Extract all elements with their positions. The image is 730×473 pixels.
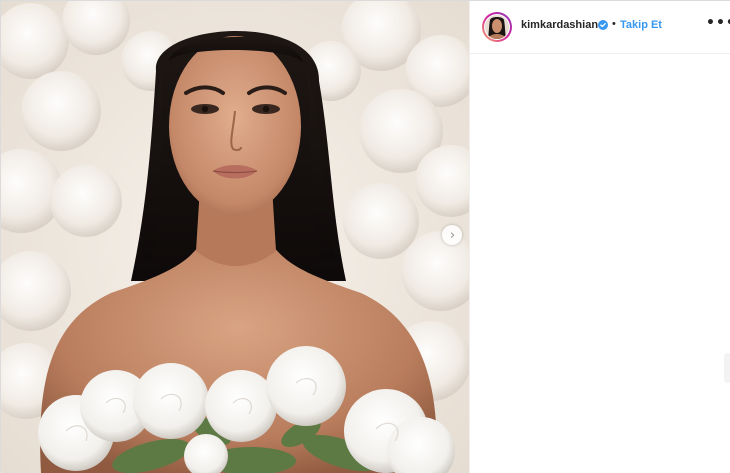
username[interactable]: kimkardashian [521, 19, 598, 31]
panel-edge [724, 353, 730, 383]
verified-badge-icon [598, 20, 608, 30]
post-photo[interactable]: › [1, 1, 469, 473]
portrait-image [1, 1, 469, 473]
next-photo-button[interactable]: › [442, 225, 462, 245]
follow-button[interactable]: Takip Et [620, 19, 662, 31]
separator-dot: • [612, 18, 616, 30]
avatar[interactable] [482, 12, 512, 42]
chevron-right-icon: › [449, 227, 456, 243]
post-header: kimkardashian • Takip Et ••• [470, 1, 730, 54]
post-sidebar: kimkardashian • Takip Et ••• [469, 1, 730, 473]
instagram-post: › kimkardashian • Takip Et •• [0, 0, 730, 473]
more-options-icon[interactable]: ••• [706, 15, 730, 31]
avatar-image [485, 15, 509, 39]
